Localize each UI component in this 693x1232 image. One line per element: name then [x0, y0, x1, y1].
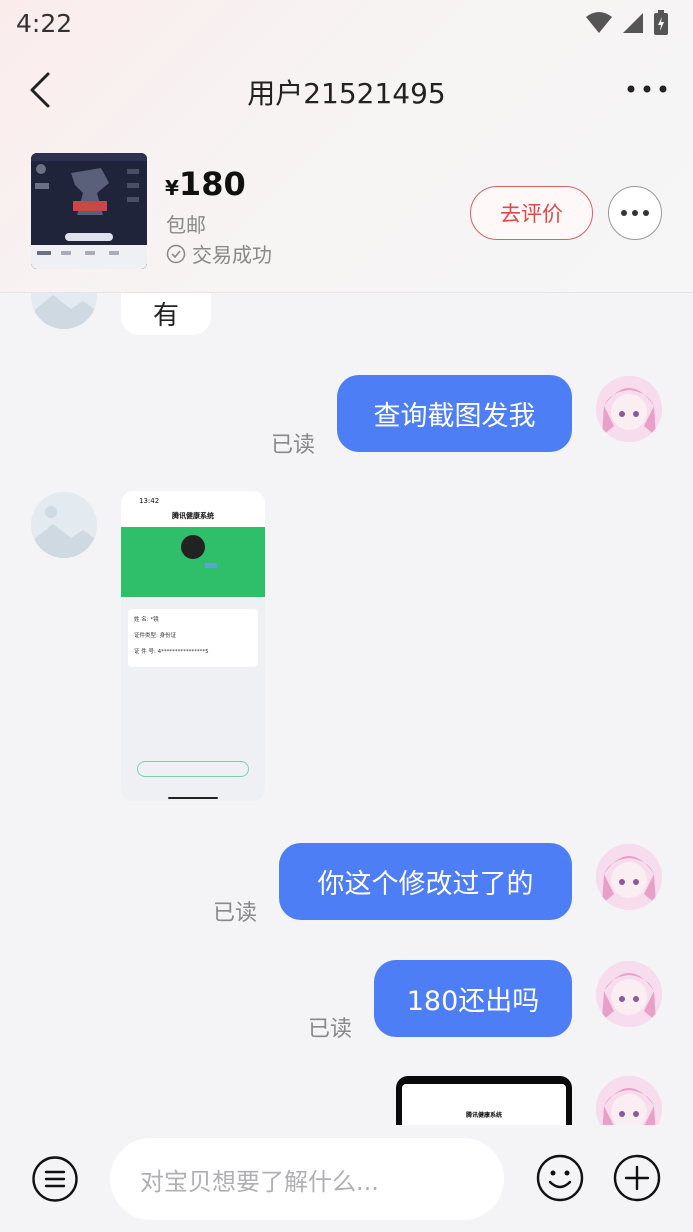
- page-title: 用户21521495: [247, 77, 446, 110]
- shot-docno-label: 证 件 号:: [134, 649, 156, 655]
- signal-icon: [623, 13, 643, 33]
- shot-row-doctype: 证件类型: 身份证: [134, 631, 252, 647]
- placeholder-avatar-icon: [31, 293, 97, 329]
- read-status: 已读: [308, 1017, 353, 1042]
- product-card[interactable]: ¥180 包邮 交易成功 去评价: [0, 153, 693, 273]
- image-message[interactable]: 13:42 腾讯健康系统 姓 名: *镜 证件类型: 身份证 证 件 号: 4*…: [121, 491, 265, 801]
- my-avatar[interactable]: [596, 376, 662, 442]
- shot-home-indicator: [168, 797, 218, 799]
- message-input[interactable]: 对宝贝想要了解什么...: [110, 1138, 504, 1220]
- game-screenshot-image: [31, 153, 147, 269]
- shot-time: 13:42: [139, 497, 160, 505]
- currency-symbol: ¥: [165, 176, 179, 200]
- chat-area[interactable]: 有 已读 查询截图发我 13:42 腾讯健康系统 姓 名: *镜 证件类型: 身…: [0, 293, 693, 1125]
- deal-status: 交易成功: [166, 239, 272, 268]
- anime-avatar-image: [596, 844, 662, 910]
- status-time: 4:22: [16, 9, 73, 38]
- product-thumbnail[interactable]: [31, 153, 147, 269]
- system-icons: [585, 10, 669, 36]
- shipping-label: 包邮: [166, 213, 206, 237]
- shot-doctype-label: 证件类型:: [134, 633, 158, 639]
- deal-status-text: 交易成功: [192, 243, 272, 267]
- input-bar: 对宝贝想要了解什么...: [0, 1125, 693, 1232]
- message-bubble[interactable]: 你这个修改过了的: [279, 843, 572, 920]
- nav-bar: 用户21521495: [0, 58, 693, 122]
- check-circle-icon: [166, 244, 186, 263]
- shot-name-label: 姓 名:: [134, 617, 149, 623]
- shot-doctype-value: 身份证: [159, 633, 177, 639]
- seller-avatar[interactable]: [31, 492, 97, 558]
- shot-row-docno: 证 件 号: 4****************5: [134, 647, 252, 663]
- shot-green-button: [137, 761, 249, 777]
- my-avatar[interactable]: [596, 844, 662, 910]
- price-value: 180: [178, 165, 246, 203]
- message-bubble[interactable]: 查询截图发我: [337, 375, 572, 452]
- my-avatar[interactable]: [596, 1076, 662, 1125]
- menu-list-icon[interactable]: [31, 1155, 79, 1203]
- anime-avatar-image: [596, 1076, 662, 1125]
- more-dots-icon: [621, 210, 649, 216]
- battery-icon: [654, 10, 668, 35]
- product-price: ¥180: [165, 165, 246, 203]
- anime-avatar-image: [596, 961, 662, 1027]
- top-area: 4:22 用户21521495 ¥180 包邮 交易成功 去评价: [0, 0, 693, 292]
- read-status: 已读: [271, 433, 316, 458]
- placeholder-avatar-icon: [31, 492, 97, 558]
- review-button[interactable]: 去评价: [470, 186, 593, 240]
- shot2-window: 腾讯健康系统: [402, 1084, 566, 1125]
- more-options-icon[interactable]: [625, 72, 669, 106]
- shot-banner: [121, 527, 265, 597]
- shot-badge: [205, 563, 217, 568]
- read-status: 已读: [213, 901, 258, 926]
- wifi-icon: [586, 12, 612, 33]
- shot-info-card: 姓 名: *镜 证件类型: 身份证 证 件 号: 4**************…: [128, 609, 258, 667]
- shot-name-value: *镜: [150, 617, 159, 623]
- shot-user-avatar: [181, 535, 205, 559]
- emoji-icon[interactable]: [535, 1153, 585, 1203]
- shot-row-name: 姓 名: *镜: [134, 615, 252, 631]
- image-message[interactable]: 腾讯健康系统: [396, 1076, 572, 1125]
- message-bubble[interactable]: 180还出吗: [374, 960, 572, 1037]
- seller-avatar[interactable]: [31, 293, 97, 329]
- shot-title: 腾讯健康系统: [172, 512, 214, 520]
- product-more-button[interactable]: [608, 186, 662, 240]
- plus-icon[interactable]: [612, 1153, 662, 1203]
- my-avatar[interactable]: [596, 961, 662, 1027]
- anime-avatar-image: [596, 376, 662, 442]
- shot2-title: 腾讯健康系统: [465, 1112, 502, 1119]
- status-bar: 4:22: [0, 0, 693, 50]
- shot-docno-value: 4****************5: [157, 649, 209, 655]
- message-bubble[interactable]: 有: [121, 293, 211, 335]
